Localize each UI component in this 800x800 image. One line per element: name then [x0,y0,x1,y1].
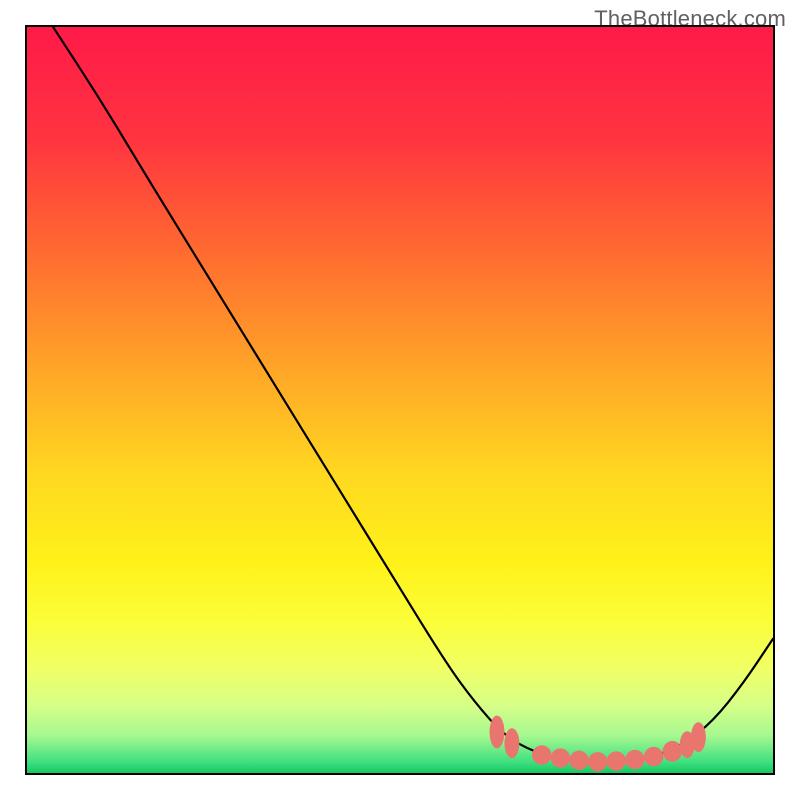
highlight-dot [588,752,607,771]
plot-area [25,25,775,775]
highlight-dot [504,728,519,758]
highlight-dot [644,747,663,766]
plot-svg [27,27,773,773]
highlight-dot [691,722,706,752]
highlight-dot [490,716,505,749]
heatmap-background [27,27,773,773]
highlight-dot [625,750,644,769]
highlight-dot [607,751,626,770]
highlight-dot [551,748,570,767]
chart-container: TheBottleneck.com [0,0,800,800]
highlight-dot [569,751,588,770]
highlight-dot [663,741,682,762]
highlight-dot [532,745,551,764]
